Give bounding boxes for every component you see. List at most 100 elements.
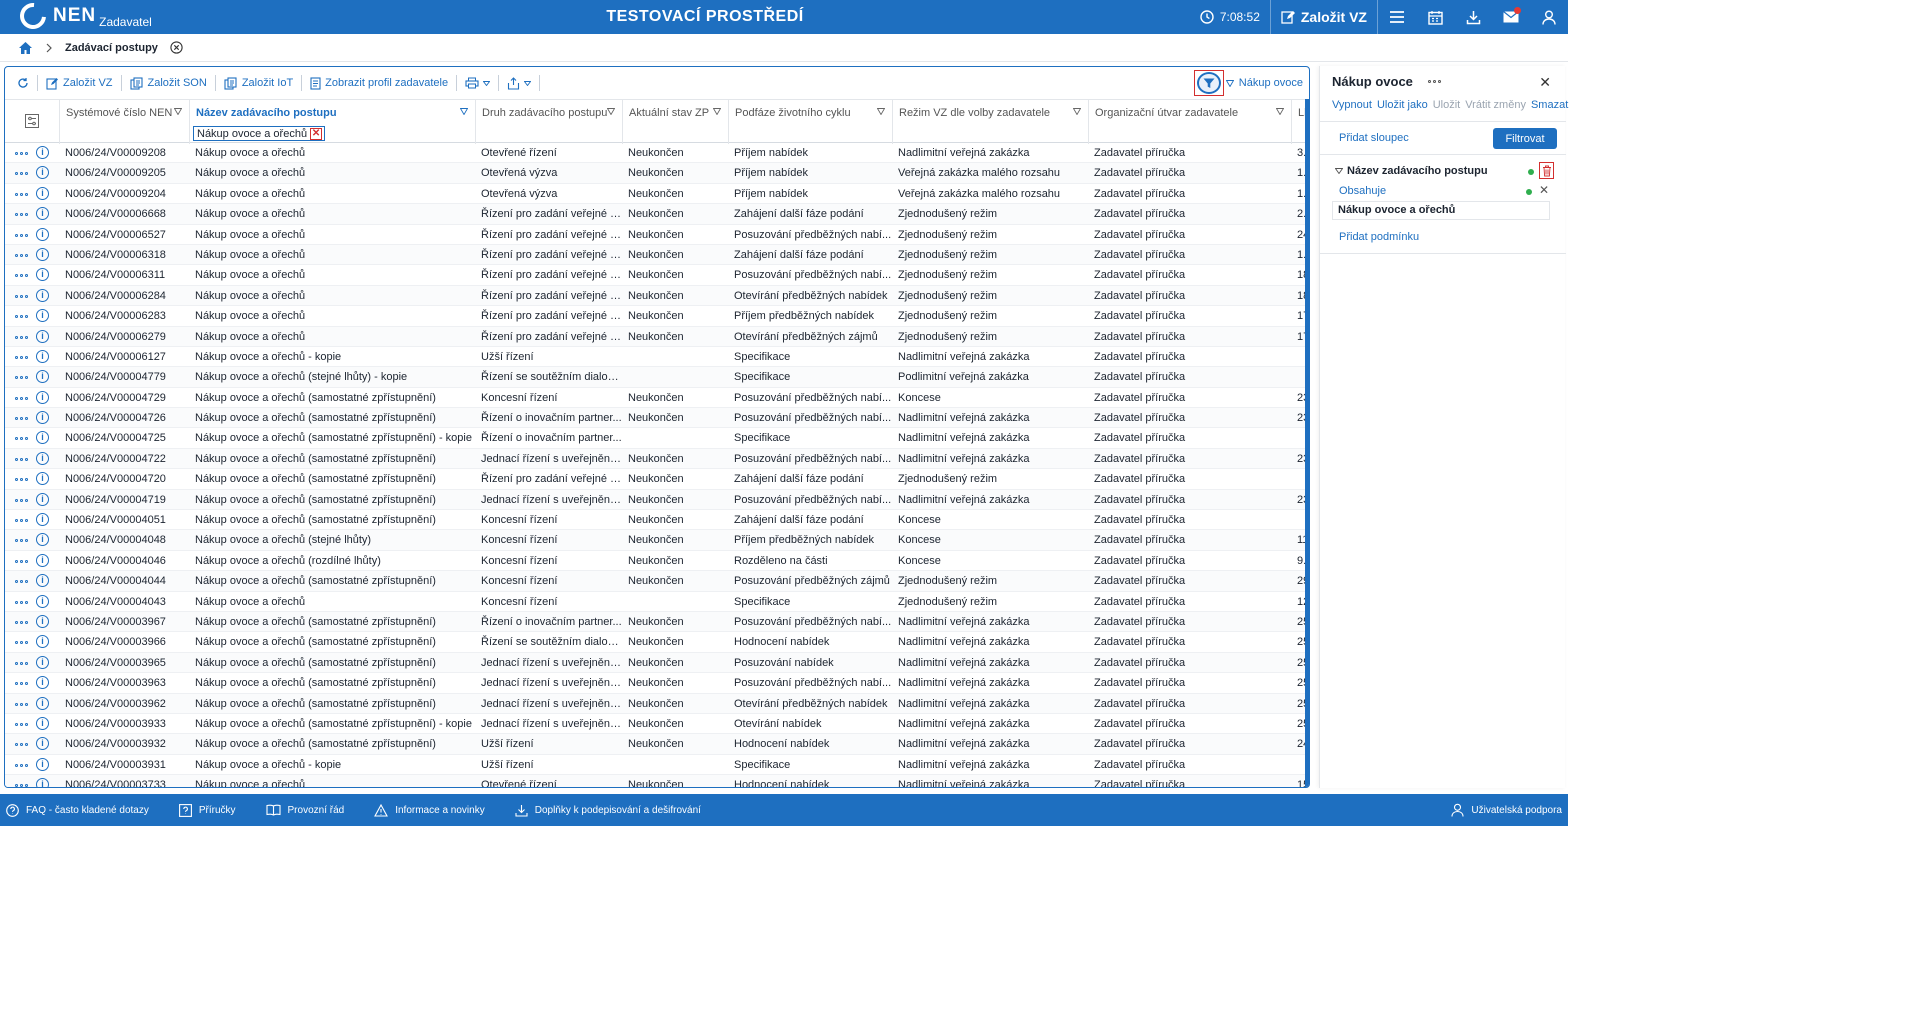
cell-nen[interactable]: N006/24/V00004720 <box>59 469 189 489</box>
cell-nen[interactable]: N006/24/V00009205 <box>59 163 189 183</box>
cell-nen[interactable]: N006/24/V00003733 <box>59 775 189 787</box>
table-row[interactable]: i N006/24/V00003733 Nákup ovoce a ořechů Ot… <box>5 775 1309 787</box>
row-info-icon[interactable]: i <box>36 696 49 710</box>
cell-nen[interactable]: N006/24/V00004729 <box>59 388 189 408</box>
column-filter-icon[interactable] <box>1276 108 1284 115</box>
header-col-druh[interactable]: Druh zadávacího postupu <box>475 100 622 144</box>
column-filter-icon[interactable] <box>713 108 721 115</box>
rules-link[interactable]: Provozní řád <box>265 804 344 816</box>
row-info-icon[interactable]: i <box>36 655 49 669</box>
clear-column-filter-icon[interactable]: ✕ <box>310 127 323 140</box>
menu-button[interactable] <box>1378 0 1416 34</box>
breadcrumb-current[interactable]: Zadávací postupy <box>65 42 158 54</box>
row-actions-icon[interactable] <box>15 213 28 217</box>
cell-nen[interactable]: N006/24/V00003967 <box>59 612 189 632</box>
row-actions-icon[interactable] <box>15 437 28 441</box>
table-row[interactable]: i N006/24/V00004044 Nákup ovoce a ořechů (… <box>5 571 1309 592</box>
row-actions-icon[interactable] <box>15 641 28 645</box>
cell-nen[interactable]: N006/24/V00004051 <box>59 510 189 530</box>
create-son-button[interactable]: Založit SON <box>124 67 213 99</box>
row-info-icon[interactable]: i <box>36 411 49 425</box>
vertical-scrollbar[interactable] <box>1305 99 1309 787</box>
row-actions-icon[interactable] <box>15 376 28 380</box>
row-actions-icon[interactable] <box>15 417 28 421</box>
row-info-icon[interactable]: i <box>36 431 49 445</box>
row-info-icon[interactable]: i <box>36 268 49 282</box>
cell-nen[interactable]: N006/24/V00004044 <box>59 571 189 591</box>
filter-more-icon[interactable] <box>1428 80 1441 83</box>
table-row[interactable]: i N006/24/V00006527 Nákup ovoce a ořechů Ří… <box>5 225 1309 245</box>
column-settings-icon[interactable] <box>25 114 39 128</box>
cell-nen[interactable]: N006/24/V00003932 <box>59 734 189 754</box>
print-button[interactable] <box>459 67 496 99</box>
row-info-icon[interactable]: i <box>36 451 49 465</box>
toggle-filter-panel-button[interactable] <box>1194 70 1224 96</box>
saved-filter-selector[interactable]: Nákup ovoce <box>1225 67 1303 99</box>
table-row[interactable]: i N006/24/V00003962 Nákup ovoce a ořechů (… <box>5 693 1309 714</box>
show-profile-button[interactable]: Zobrazit profil zadavatele <box>304 67 454 99</box>
row-actions-icon[interactable] <box>15 600 28 604</box>
row-info-icon[interactable]: i <box>36 778 49 787</box>
row-info-icon[interactable]: i <box>36 533 49 547</box>
messages-button[interactable] <box>1492 0 1530 34</box>
add-column-link[interactable]: Přidat sloupec <box>1339 132 1409 144</box>
table-row[interactable]: i N006/24/V00004725 Nákup ovoce a ořechů (… <box>5 428 1309 449</box>
row-info-icon[interactable]: i <box>36 757 49 771</box>
table-row[interactable]: i N006/24/V00004779 Nákup ovoce a ořechů (… <box>5 367 1309 388</box>
add-condition-link[interactable]: Přidat podmínku <box>1339 231 1419 243</box>
cell-nen[interactable]: N006/24/V00004779 <box>59 367 189 387</box>
table-row[interactable]: i N006/24/V00004043 Nákup ovoce a ořechů Ko… <box>5 592 1309 612</box>
delete-filter-button[interactable]: Smazat <box>1531 99 1568 111</box>
table-row[interactable]: i N006/24/V00004729 Nákup ovoce a ořechů (… <box>5 388 1309 409</box>
row-info-icon[interactable]: i <box>36 227 49 241</box>
cell-nen[interactable]: N006/24/V00006318 <box>59 245 189 265</box>
cell-nen[interactable]: N006/24/V00003931 <box>59 755 189 775</box>
cell-nen[interactable]: N006/24/V00006127 <box>59 347 189 367</box>
close-tab-icon[interactable] <box>170 41 183 54</box>
header-col-rezim[interactable]: Režim VZ dle volby zadavatele <box>892 100 1088 144</box>
row-actions-icon[interactable] <box>15 192 28 196</box>
row-actions-icon[interactable] <box>15 559 28 563</box>
row-info-icon[interactable]: i <box>36 513 49 527</box>
revert-changes-button[interactable]: Vrátit změny <box>1465 99 1526 111</box>
cell-nen[interactable]: N006/24/V00003933 <box>59 714 189 734</box>
row-actions-icon[interactable] <box>15 620 28 624</box>
faq-link[interactable]: FAQ - často kladené dotazy <box>6 803 149 817</box>
save-as-filter-button[interactable]: Uložit jako <box>1377 99 1428 111</box>
row-actions-icon[interactable] <box>15 682 28 686</box>
cell-nen[interactable]: N006/24/V00006311 <box>59 265 189 285</box>
column-filter-chip[interactable]: Nákup ovoce a ořechů ✕ <box>193 126 326 141</box>
row-info-icon[interactable]: i <box>36 676 49 690</box>
cell-nen[interactable]: N006/24/V00003966 <box>59 632 189 652</box>
table-row[interactable]: i N006/24/V00004719 Nákup ovoce a ořechů (… <box>5 489 1309 511</box>
delete-condition-button[interactable] <box>1539 162 1554 179</box>
row-info-icon[interactable]: i <box>36 716 49 730</box>
row-actions-icon[interactable] <box>15 172 28 176</box>
cell-nen[interactable]: N006/24/V00006284 <box>59 286 189 306</box>
table-row[interactable]: i N006/24/V00004051 Nákup ovoce a ořechů (… <box>5 510 1309 531</box>
export-button[interactable] <box>501 67 537 99</box>
manuals-link[interactable]: Příručky <box>178 803 236 817</box>
table-row[interactable]: i N006/24/V00004722 Nákup ovoce a ořechů (… <box>5 448 1309 470</box>
column-filter-icon[interactable] <box>460 108 468 115</box>
table-row[interactable]: i N006/24/V00003966 Nákup ovoce a ořechů (… <box>5 632 1309 653</box>
row-info-icon[interactable]: i <box>36 349 49 363</box>
row-info-icon[interactable]: i <box>36 492 49 506</box>
cell-nen[interactable]: N006/24/V00006283 <box>59 306 189 326</box>
row-actions-icon[interactable] <box>15 315 28 319</box>
table-row[interactable]: i N006/24/V00003931 Nákup ovoce a ořechů -… <box>5 755 1309 776</box>
cell-nen[interactable]: N006/24/V00004046 <box>59 551 189 571</box>
row-actions-icon[interactable] <box>15 253 28 257</box>
save-filter-button[interactable]: Uložit <box>1433 99 1461 111</box>
table-row[interactable]: i N006/24/V00006279 Nákup ovoce a ořechů Ří… <box>5 326 1309 347</box>
row-actions-icon[interactable] <box>15 539 28 543</box>
download-button[interactable] <box>1454 0 1492 34</box>
row-actions-icon[interactable] <box>15 519 28 523</box>
row-actions-icon[interactable] <box>15 355 28 359</box>
row-actions-icon[interactable] <box>15 152 28 155</box>
header-col-faze[interactable]: Podfáze životního cyklu <box>728 100 892 144</box>
cell-nen[interactable]: N006/24/V00006668 <box>59 204 189 224</box>
cell-nen[interactable]: N006/24/V00003965 <box>59 653 189 673</box>
table-row[interactable]: i N006/24/V00004726 Nákup ovoce a ořechů (… <box>5 408 1309 429</box>
cell-nen[interactable]: N006/24/V00004726 <box>59 408 189 428</box>
